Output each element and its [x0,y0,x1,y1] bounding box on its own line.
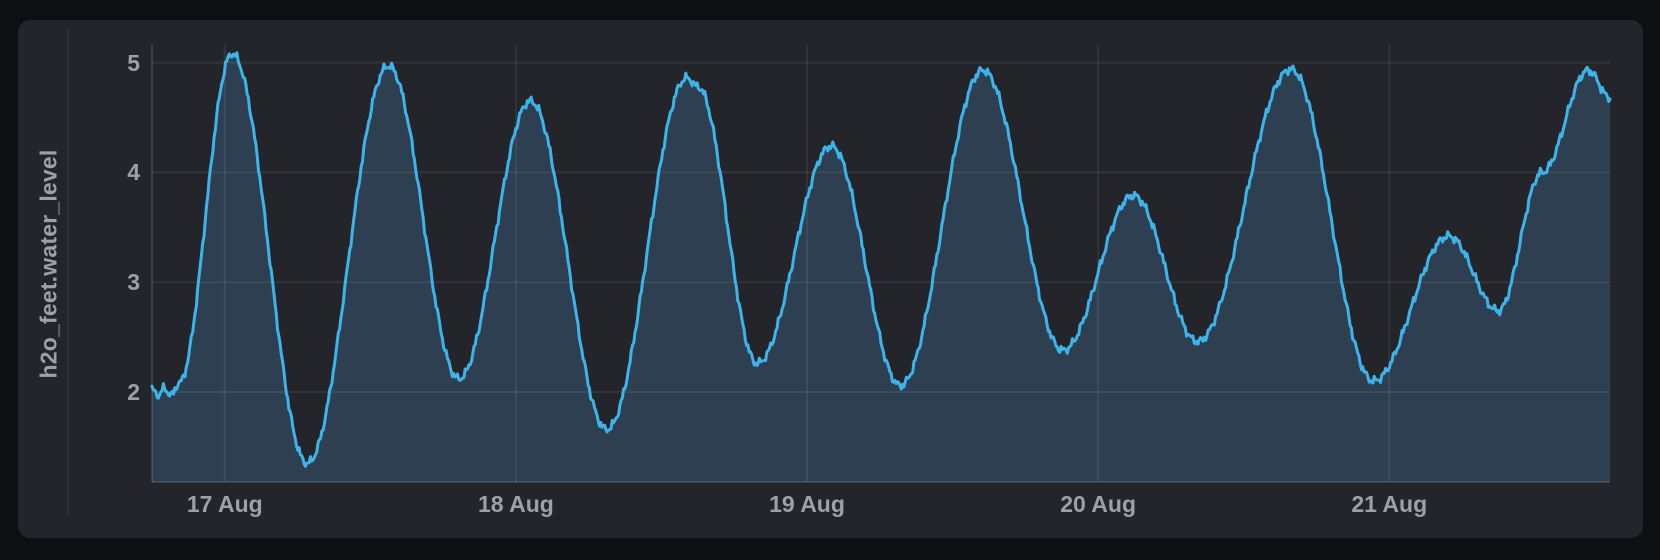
y-tick-label: 2 [78,378,140,406]
x-tick-label: 19 Aug [737,490,877,518]
chart-canvas[interactable] [152,45,1610,482]
x-tick-label: 20 Aug [1028,490,1168,518]
x-tick-label: 21 Aug [1319,490,1459,518]
x-tick-label: 18 Aug [446,490,586,518]
y-axis-title: h2o_feet.water_level [36,149,63,378]
x-tick-label: 17 Aug [155,490,295,518]
y-tick-label: 3 [78,268,140,296]
timeseries-panel: h2o_feet.water_level 5 4 3 2 17 Aug 18 Aug 19… [18,20,1643,538]
y-axis-divider-line [67,28,69,516]
y-tick-label: 5 [78,49,140,77]
y-tick-label: 4 [78,158,140,186]
chart-plot-area[interactable] [152,45,1610,482]
